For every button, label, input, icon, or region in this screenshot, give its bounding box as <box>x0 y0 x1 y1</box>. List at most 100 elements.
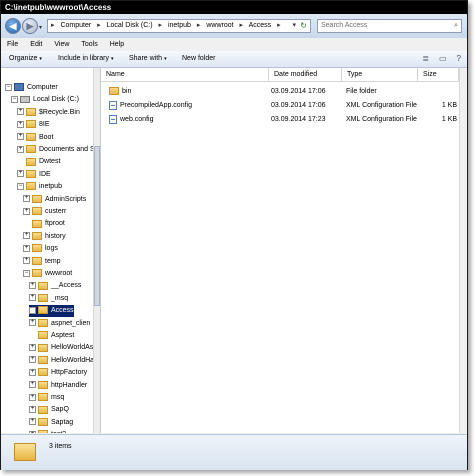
expand-icon[interactable]: + <box>29 294 36 302</box>
tree-item[interactable]: Asptest <box>29 330 74 342</box>
breadcrumb-inetpub[interactable]: inetpub <box>168 22 191 29</box>
history-dropdown-icon[interactable]: ▾ <box>39 24 42 31</box>
include-in-library-button[interactable]: Include in library ▾ <box>58 51 113 67</box>
tree-item[interactable]: + HelloWorldHa <box>29 355 94 367</box>
tree-item[interactable]: + HttpFactory <box>29 367 87 379</box>
preview-pane-icon[interactable]: ▭ <box>439 54 447 63</box>
folder-icon <box>32 269 42 278</box>
tree-item[interactable]: ftproot <box>23 218 65 230</box>
tree-item[interactable]: + __Access <box>29 280 81 292</box>
tree-item[interactable]: + msq <box>29 392 64 404</box>
tree-item[interactable]: + $Recycle.Bin <box>17 107 80 119</box>
collapse-icon[interactable]: − <box>17 182 24 190</box>
breadcrumb-wwwroot[interactable]: wwwroot <box>206 22 233 29</box>
expand-icon[interactable]: + <box>29 418 36 426</box>
folder-icon <box>32 219 42 228</box>
expand-icon[interactable]: + <box>29 406 36 414</box>
column-headers: Name Date modified Type Size <box>101 68 467 82</box>
tree-item[interactable]: + Access <box>29 305 74 318</box>
tree-item[interactable]: + _msq <box>29 293 68 305</box>
new-folder-button[interactable]: New folder <box>182 51 215 67</box>
chevron-down-icon: ▾ <box>164 56 167 62</box>
expand-icon[interactable]: + <box>29 393 36 401</box>
menu-help[interactable]: Help <box>110 41 124 48</box>
tree-item[interactable]: + AdminScripts <box>23 194 86 206</box>
tree-item[interactable]: − wwwroot <box>23 268 72 280</box>
expand-icon[interactable]: + <box>23 244 30 252</box>
collapse-icon[interactable]: − <box>5 83 12 91</box>
column-date-modified[interactable]: Date modified <box>269 68 342 81</box>
tree-item[interactable]: − Computer <box>5 82 58 94</box>
forward-button[interactable]: ▶ <box>22 18 38 34</box>
file-row[interactable]: PrecompiledApp.config 03.09.2014 17:06 XML… <box>101 99 459 113</box>
expand-icon[interactable]: + <box>23 257 30 265</box>
tree-item[interactable]: +8IE <box>17 119 50 131</box>
collapse-icon[interactable]: − <box>23 269 30 277</box>
address-dropdown-icon[interactable]: ▾ <box>292 20 296 32</box>
tree-item[interactable]: + Documents and S <box>17 144 95 156</box>
tree-item[interactable]: + SapQ <box>29 404 69 416</box>
tree-item[interactable]: + Boot <box>17 132 53 144</box>
menu-view[interactable]: View <box>54 41 69 48</box>
folder-icon <box>26 145 36 154</box>
file-list-scrollbar[interactable] <box>459 68 467 433</box>
tree-item[interactable]: + httpHandler <box>29 380 87 392</box>
details-pane: 3 items <box>1 434 467 470</box>
tree-item[interactable]: + IDE <box>17 169 51 181</box>
expand-icon[interactable]: + <box>17 120 24 128</box>
expand-icon[interactable]: + <box>29 356 36 364</box>
expand-icon[interactable]: + <box>17 133 24 141</box>
breadcrumb-local-disk[interactable]: Local Disk (C:) <box>107 22 153 29</box>
expand-icon[interactable]: + <box>29 306 36 314</box>
folder-icon <box>26 182 36 191</box>
expand-icon[interactable]: + <box>29 319 36 327</box>
tree-item[interactable]: + test2 <box>29 429 66 433</box>
collapse-icon[interactable]: − <box>11 96 18 104</box>
expand-icon[interactable]: + <box>29 344 36 352</box>
tree-item[interactable]: + logs <box>23 243 58 255</box>
tree-item[interactable]: + HelloWorldAs <box>29 342 93 354</box>
tree-item-label: httpHandler <box>51 381 88 389</box>
menu-tools[interactable]: Tools <box>81 41 97 48</box>
tree-item[interactable]: + aspnet_clien <box>29 318 90 330</box>
expand-icon[interactable]: + <box>17 108 24 116</box>
tree-item[interactable]: − Local Disk (C:) <box>11 94 79 106</box>
expand-icon[interactable]: + <box>17 145 24 153</box>
expand-icon[interactable]: + <box>29 430 36 433</box>
expand-icon[interactable]: + <box>29 368 36 376</box>
navigation-scrollbar[interactable] <box>93 68 100 433</box>
menu-edit[interactable]: Edit <box>30 41 42 48</box>
expand-icon[interactable]: + <box>23 232 30 240</box>
share-with-button[interactable]: Share with ▾ <box>129 51 167 67</box>
expand-icon[interactable]: + <box>23 195 30 203</box>
help-icon[interactable]: ? <box>457 54 461 63</box>
file-type: XML Configuration File <box>346 102 417 109</box>
expand-icon[interactable]: + <box>23 207 30 215</box>
back-button[interactable]: ◀ <box>5 18 21 34</box>
expand-icon[interactable]: + <box>29 282 36 290</box>
refresh-icon[interactable]: ↻ <box>300 20 307 32</box>
search-input[interactable]: Search Access ⌕ <box>317 19 462 33</box>
tree-item[interactable]: + temp <box>23 256 61 268</box>
tree-item[interactable]: Dwtest <box>17 156 60 168</box>
tree-item[interactable]: − inetpub <box>17 181 62 193</box>
search-icon[interactable]: ⌕ <box>454 20 458 32</box>
tree-item[interactable]: + history <box>23 231 66 243</box>
expand-icon[interactable]: + <box>29 381 36 389</box>
menu-file[interactable]: File <box>7 41 18 48</box>
expand-icon[interactable]: + <box>17 170 24 178</box>
file-size: 1 KB <box>441 116 457 123</box>
tree-item[interactable]: + Saptag <box>29 417 73 429</box>
column-name[interactable]: Name <box>101 68 269 81</box>
breadcrumb-access[interactable]: Access <box>249 22 272 29</box>
address-bar[interactable]: ▸ Computer ▸ Local Disk (C:) ▸ inetpub ▸… <box>47 19 311 33</box>
scrollbar-thumb[interactable] <box>94 146 100 306</box>
breadcrumb-computer[interactable]: Computer <box>60 22 91 29</box>
column-type[interactable]: Type <box>342 68 418 81</box>
file-row[interactable]: bin 03.09.2014 17:06 File folder <box>101 85 459 99</box>
organize-button[interactable]: Organize ▾ <box>9 51 42 67</box>
column-size[interactable]: Size <box>418 68 459 81</box>
file-row[interactable]: web.config 03.09.2014 17:23 XML Configurat… <box>101 113 459 127</box>
tree-item[interactable]: + custerr <box>23 206 66 218</box>
change-view-icon[interactable]: ≣ <box>422 54 429 63</box>
